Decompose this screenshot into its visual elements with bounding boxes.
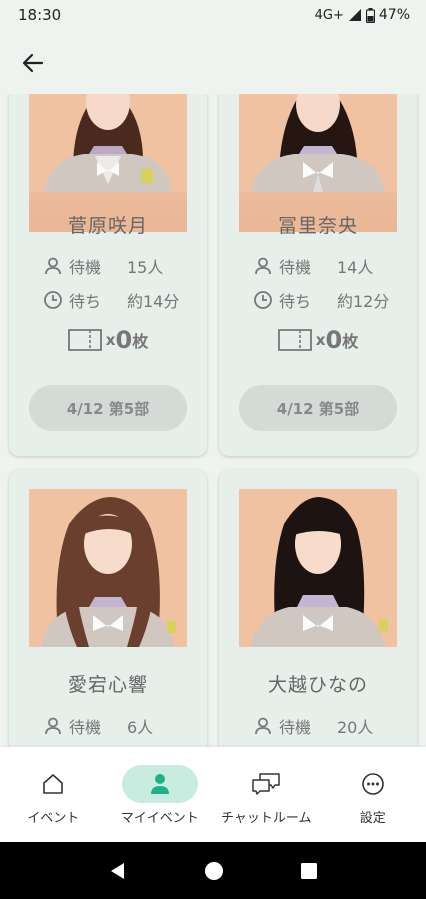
member-card[interactable]: 大越ひなの 待機 20人 <box>219 470 417 747</box>
nav-label: マイイベント <box>120 811 199 826</box>
system-nav-bar <box>0 842 426 899</box>
back-button[interactable] <box>18 48 48 78</box>
arrow-left-icon <box>22 53 44 73</box>
status-icons: 4G+ 47% <box>315 7 410 23</box>
person-icon <box>45 257 61 275</box>
member-name: 冨里奈央 <box>277 215 358 237</box>
waiting-count: 待機 14人 <box>253 254 373 278</box>
member-card[interactable]: 菅原咲月 待機 15人 待ち 約14分 x 0 枚 4/12 第5部 <box>9 94 207 456</box>
nav-item-event[interactable]: イベント <box>0 747 107 842</box>
home-icon <box>43 774 64 794</box>
slot-button[interactable]: 4/12 第5部 <box>29 385 187 431</box>
signal-icon <box>348 9 361 21</box>
nav-label: 設定 <box>359 811 386 826</box>
person-icon <box>255 257 271 275</box>
ticket-icon <box>67 329 102 351</box>
more-icon <box>361 773 384 795</box>
member-name: 愛宕心響 <box>67 674 148 696</box>
nav-item-my-event[interactable]: マイイベント <box>107 747 214 842</box>
member-card[interactable]: 冨里奈央 待機 14人 待ち 約12分 x 0 枚 4/12 第5部 <box>219 94 417 456</box>
member-name: 菅原咲月 <box>67 215 148 237</box>
battery-percent: 47% <box>378 7 410 23</box>
active-pill <box>121 765 198 803</box>
nav-label: チャットルーム <box>221 811 312 826</box>
bottom-nav: イベント マイイベント チャットルーム 設定 <box>0 747 426 842</box>
ticket-icon <box>277 329 312 351</box>
home-circle-icon[interactable] <box>204 861 224 881</box>
nav-item-chat-room[interactable]: チャットルーム <box>213 747 320 842</box>
clock-icon <box>44 291 62 309</box>
chat-icon <box>252 773 280 795</box>
status-bar: 18:30 4G+ 47% <box>0 0 426 30</box>
back-triangle-icon[interactable] <box>108 861 128 881</box>
wait-time: 待ち 約14分 <box>43 288 179 312</box>
ticket-count: x 0 枚 <box>9 326 207 354</box>
person-icon <box>255 717 271 735</box>
slot-button[interactable]: 4/12 第5部 <box>239 385 397 431</box>
waiting-count: 待機 20人 <box>253 714 373 738</box>
waiting-count: 待機 6人 <box>43 714 153 738</box>
waiting-count: 待機 15人 <box>43 254 163 278</box>
member-grid[interactable]: 菅原咲月 待機 15人 待ち 約14分 x 0 枚 4/12 第5部 冨里奈央 … <box>0 94 426 747</box>
network-label: 4G+ <box>314 7 344 23</box>
nav-label: イベント <box>27 811 80 826</box>
recents-square-icon[interactable] <box>300 862 318 880</box>
member-card[interactable]: 愛宕心響 待機 6人 <box>9 470 207 747</box>
nav-item-settings[interactable]: 設定 <box>320 747 426 842</box>
clock-icon <box>254 291 272 309</box>
member-photo <box>239 489 397 647</box>
member-photo <box>29 489 187 647</box>
member-name: 大越ひなの <box>267 674 368 696</box>
ticket-count: x 0 枚 <box>219 326 417 354</box>
person-icon <box>150 774 169 794</box>
battery-icon <box>365 7 375 23</box>
person-icon <box>45 717 61 735</box>
wait-time: 待ち 約12分 <box>253 288 389 312</box>
app-bar <box>0 30 426 94</box>
status-time: 18:30 <box>18 6 62 24</box>
